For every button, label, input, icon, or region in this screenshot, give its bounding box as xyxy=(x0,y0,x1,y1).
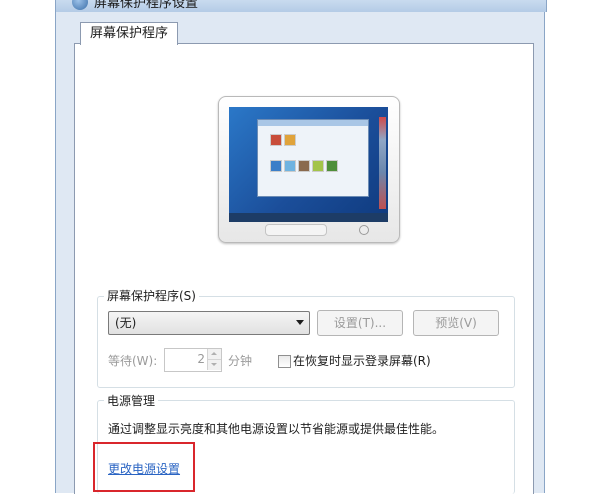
preview-button[interactable]: 预览(V) xyxy=(413,310,499,336)
screensaver-dropdown[interactable]: (无) xyxy=(108,311,310,335)
resume-login-checkbox[interactable] xyxy=(278,355,291,368)
window-title: 屏幕保护程序设置 xyxy=(94,0,199,11)
stepper-down-icon[interactable] xyxy=(207,360,221,370)
preview-gadget-bar xyxy=(379,117,386,209)
power-button-icon xyxy=(359,225,369,235)
preview-taskbar xyxy=(229,213,388,222)
screensaver-dropdown-value: (无) xyxy=(115,316,137,330)
monitor-preview xyxy=(218,96,400,243)
power-management-group xyxy=(97,400,515,494)
wait-label: 等待(W): xyxy=(108,354,158,368)
minutes-label: 分钟 xyxy=(228,354,253,368)
power-management-legend: 电源管理 xyxy=(104,392,159,409)
resume-login-label[interactable]: 在恢复时显示登录屏幕(R) xyxy=(293,352,431,369)
settings-button[interactable]: 设置(T)... xyxy=(317,310,403,336)
wait-minutes-stepper[interactable]: 2 xyxy=(164,348,222,372)
preview-screen xyxy=(229,107,388,222)
change-power-settings-link[interactable]: 更改电源设置 xyxy=(108,460,180,477)
power-description: 通过调整显示亮度和其他电源设置以节省能源或提供最佳性能。 xyxy=(108,422,445,436)
wait-minutes-value: 2 xyxy=(197,352,205,366)
screensaver-group-legend: 屏幕保护程序(S) xyxy=(104,287,199,304)
chevron-down-icon xyxy=(296,320,304,325)
stepper-up-icon[interactable] xyxy=(207,349,221,360)
tab-screensaver[interactable]: 屏幕保护程序 xyxy=(80,22,179,45)
monitor-bezel-base xyxy=(265,224,327,236)
preview-window-image xyxy=(257,119,369,197)
